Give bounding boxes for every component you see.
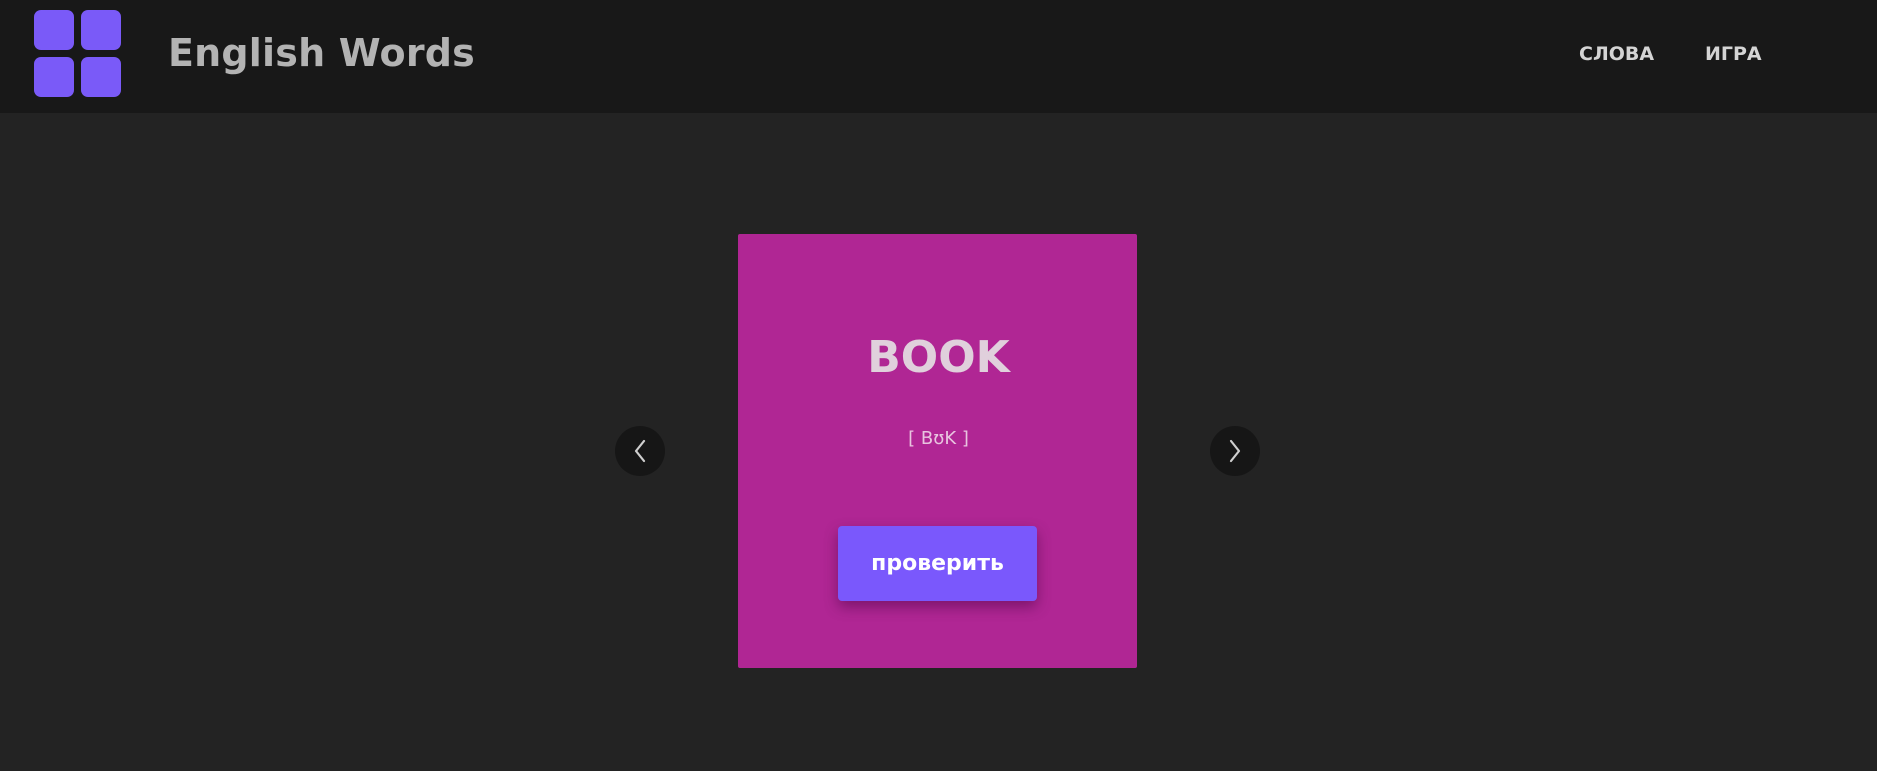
logo-square	[34, 57, 74, 97]
check-button[interactable]: проверить	[838, 526, 1037, 601]
logo-square	[34, 10, 74, 50]
chevron-right-icon	[1229, 439, 1241, 463]
nav-link-words[interactable]: СЛОВА	[1579, 42, 1654, 66]
word-card	[738, 234, 1137, 668]
logo-square	[81, 57, 121, 97]
logo-square	[81, 10, 121, 50]
header: English Words СЛОВА ИГРА	[0, 0, 1877, 113]
app-title: English Words	[168, 31, 475, 75]
card-transcription: [ BʊK ]	[908, 428, 969, 449]
next-card-button[interactable]	[1210, 426, 1260, 476]
logo-grid-icon[interactable]	[34, 10, 122, 98]
nav-link-game[interactable]: ИГРА	[1705, 42, 1762, 66]
card-word: BOOK	[867, 332, 1010, 383]
